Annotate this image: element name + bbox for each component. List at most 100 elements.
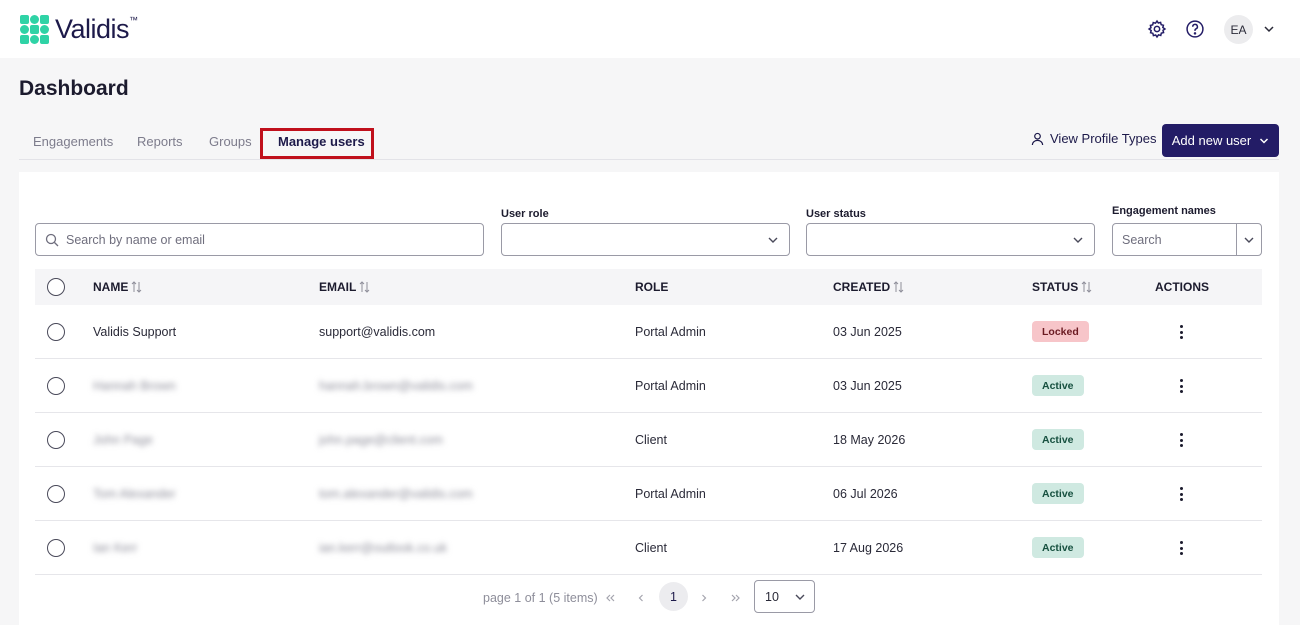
- engagement-names-label: Engagement names: [1112, 205, 1216, 217]
- user-avatar[interactable]: EA: [1224, 15, 1253, 44]
- status-badge: Active: [1032, 375, 1084, 396]
- user-email: ian.kerr@outlook.co.uk: [319, 541, 448, 555]
- user-status-select[interactable]: [806, 223, 1095, 256]
- column-actions: ACTIONS: [1155, 280, 1209, 294]
- column-email[interactable]: EMAIL: [319, 280, 370, 294]
- user-status-label: User status: [806, 208, 866, 220]
- view-profile-types-label: View Profile Types: [1050, 131, 1157, 146]
- row-checkbox[interactable]: [47, 539, 65, 557]
- page-title: Dashboard: [19, 77, 129, 100]
- sort-icon: [893, 281, 904, 293]
- column-created[interactable]: CREATED: [833, 280, 904, 294]
- chevron-down-icon: [795, 594, 805, 600]
- chevron-down-icon: [1073, 237, 1083, 243]
- status-badge: Active: [1032, 483, 1084, 504]
- more-vertical-icon[interactable]: [1175, 323, 1187, 341]
- user-created: 17 Aug 2026: [833, 541, 904, 555]
- user-created: 03 Jun 2025: [833, 379, 902, 393]
- top-bar: Validis™ EA: [0, 0, 1300, 58]
- user-name: Validis Support: [93, 325, 177, 339]
- page-size-select[interactable]: 10: [754, 580, 815, 613]
- pagination: page 1 of 1 (5 items) 1 10: [19, 580, 1279, 616]
- engagement-names-placeholder: Search: [1122, 233, 1162, 247]
- add-new-user-button[interactable]: Add new user: [1162, 124, 1279, 157]
- add-new-user-label: Add new user: [1171, 133, 1252, 148]
- column-status[interactable]: STATUS: [1032, 280, 1092, 294]
- sort-icon: [131, 281, 142, 293]
- row-checkbox[interactable]: [47, 377, 65, 395]
- tab-reports[interactable]: Reports: [137, 134, 183, 149]
- table-row[interactable]: Hannah Brown hannah.brown@validis.com Po…: [35, 359, 1262, 413]
- column-created-label: CREATED: [833, 280, 891, 294]
- user-created: 18 May 2026: [833, 433, 906, 447]
- user-role: Portal Admin: [635, 487, 706, 501]
- user-role: Portal Admin: [635, 379, 706, 393]
- column-name[interactable]: NAME: [93, 280, 142, 294]
- chevron-down-icon[interactable]: [1262, 22, 1276, 36]
- column-actions-label: ACTIONS: [1155, 280, 1209, 294]
- first-page-icon[interactable]: [602, 590, 618, 606]
- tab-engagements[interactable]: Engagements: [33, 134, 113, 149]
- brand-name: Validis: [55, 14, 130, 44]
- tab-groups[interactable]: Groups: [209, 134, 252, 149]
- row-checkbox[interactable]: [47, 485, 65, 503]
- table-row[interactable]: Tom Alexander tom.alexander@validis.com …: [35, 467, 1262, 521]
- user-email: support@validis.com: [319, 325, 436, 339]
- user-email: hannah.brown@validis.com: [319, 379, 473, 393]
- tab-highlight-box: [260, 128, 374, 159]
- next-page-icon[interactable]: [696, 590, 712, 606]
- status-badge: Active: [1032, 429, 1084, 450]
- column-status-label: STATUS: [1032, 280, 1079, 294]
- more-vertical-icon[interactable]: [1175, 377, 1187, 395]
- user-role-select[interactable]: [501, 223, 790, 256]
- user-role-label: User role: [501, 208, 549, 220]
- page-number-button[interactable]: 1: [659, 582, 688, 611]
- select-divider: [1236, 224, 1237, 255]
- column-role-label: ROLE: [635, 280, 669, 294]
- user-role: Portal Admin: [635, 325, 706, 339]
- status-badge: Locked: [1032, 321, 1089, 342]
- column-role: ROLE: [635, 280, 668, 294]
- table-row[interactable]: Validis Support support@validis.com Port…: [35, 305, 1262, 359]
- row-checkbox[interactable]: [47, 431, 65, 449]
- user-email: john.page@client.com: [319, 433, 443, 447]
- user-created: 06 Jul 2026: [833, 487, 898, 501]
- trademark-mark: ™: [129, 15, 138, 25]
- chevron-down-icon: [1244, 237, 1254, 243]
- search-input[interactable]: Search by name or email: [35, 223, 484, 256]
- row-checkbox[interactable]: [47, 323, 65, 341]
- search-placeholder: Search by name or email: [66, 233, 205, 247]
- more-vertical-icon[interactable]: [1175, 539, 1187, 557]
- last-page-icon[interactable]: [728, 590, 744, 606]
- user-icon: [1031, 132, 1044, 145]
- help-circle-icon[interactable]: [1184, 18, 1206, 40]
- logo-mark-icon: [20, 15, 49, 44]
- gear-icon[interactable]: [1146, 18, 1168, 40]
- engagement-names-select[interactable]: Search: [1112, 223, 1262, 256]
- select-all-checkbox[interactable]: [47, 278, 65, 296]
- more-vertical-icon[interactable]: [1175, 431, 1187, 449]
- sort-icon: [359, 281, 370, 293]
- search-icon: [45, 233, 59, 247]
- status-badge: Active: [1032, 537, 1084, 558]
- user-name: John Page: [93, 433, 153, 447]
- table-header: NAME EMAIL ROLE CREATED STATUS ACTIONS: [35, 269, 1262, 305]
- pagination-summary: page 1 of 1 (5 items): [483, 591, 598, 605]
- user-role: Client: [635, 433, 667, 447]
- view-profile-types-link[interactable]: View Profile Types: [1031, 131, 1156, 146]
- sort-icon: [1081, 281, 1092, 293]
- user-name: Tom Alexander: [93, 487, 176, 501]
- user-name: Ian Kerr: [93, 541, 138, 555]
- page-size-value: 10: [765, 590, 779, 604]
- validis-logo[interactable]: Validis™: [20, 14, 138, 45]
- chevron-down-icon: [768, 237, 778, 243]
- prev-page-icon[interactable]: [633, 590, 649, 606]
- users-card: Search by name or email User role User s…: [19, 172, 1279, 625]
- column-name-label: NAME: [93, 280, 129, 294]
- user-email: tom.alexander@validis.com: [319, 487, 473, 501]
- table-row[interactable]: John Page john.page@client.com Client 18…: [35, 413, 1262, 467]
- more-vertical-icon[interactable]: [1175, 485, 1187, 503]
- chevron-down-icon: [1260, 137, 1269, 144]
- table-row[interactable]: Ian Kerr ian.kerr@outlook.co.uk Client 1…: [35, 521, 1262, 575]
- user-name: Hannah Brown: [93, 379, 176, 393]
